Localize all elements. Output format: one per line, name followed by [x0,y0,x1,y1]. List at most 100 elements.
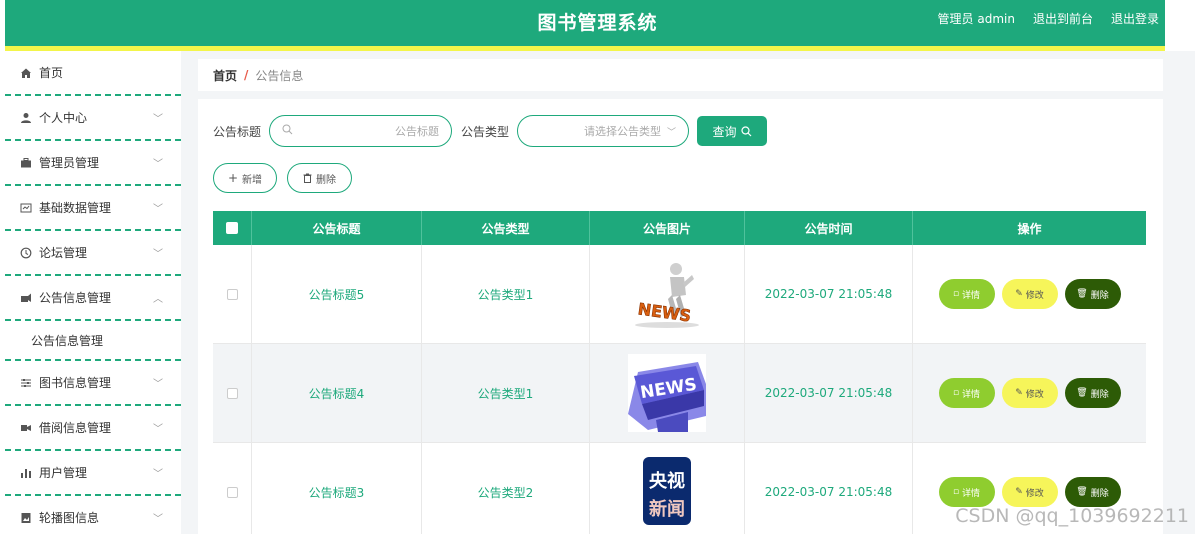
ticket-icon [19,421,33,435]
detail-icon: ▫ [952,487,960,497]
sidebar-item-user-manage[interactable]: 用户管理 ﹀ [5,451,181,496]
sidebar-item-personal-center[interactable]: 个人中心 ﹀ [5,96,181,141]
breadcrumb-separator: / [244,68,249,82]
detail-button[interactable]: ▫ 详情 [938,477,995,507]
row-checkbox[interactable] [226,486,238,498]
pencil-icon: ✎ [1015,289,1023,299]
sidebar-subitem-notice-manage[interactable]: 公告信息管理 [5,321,181,361]
query-button[interactable]: 查询 [697,116,768,146]
batch-delete-button[interactable]: 删除 [287,163,352,193]
header-actions: 操作 [1017,221,1042,236]
sliders-icon [19,376,33,390]
detail-icon: ▫ [952,388,960,398]
sidebar-item-book-manage[interactable]: 图书信息管理 ﹀ [5,361,181,406]
breadcrumb-home[interactable]: 首页 [213,67,237,84]
trash-icon [303,173,312,183]
row-checkbox[interactable] [226,387,238,399]
edit-label: 修改 [1025,389,1044,400]
cell-time: 2022-03-07 21:05:48 [745,344,913,442]
chevron-up-icon: ︿ [153,294,163,305]
query-button-label: 查询 [712,124,737,139]
cell-image: NEWS [590,245,745,343]
edit-button[interactable]: ✎ 修改 [1001,378,1058,408]
cell-title: 公告标题5 [252,245,422,343]
detail-label: 详情 [962,488,981,499]
trash-icon: 🗑 [1076,388,1088,398]
logout-link[interactable]: 退出登录 [1111,10,1159,27]
header-title[interactable]: 公告标题 [252,211,422,245]
breadcrumb: 首页 / 公告信息 [198,59,1163,91]
sidebar-item-label: 管理员管理 [39,156,100,170]
cell-type: 公告类型2 [422,443,590,534]
delete-button[interactable]: 🗑 删除 [1064,378,1121,408]
sidebar-item-label: 首页 [39,66,64,80]
news-figure-image: NEWS [635,263,699,328]
sidebar-item-forum[interactable]: 论坛管理 ﹀ [5,231,181,276]
sidebar-item-basic-data[interactable]: 基础数据管理 ﹀ [5,186,181,231]
data-icon [19,201,33,215]
table-row: 公告标题5 公告类型1 NEWS 2022-03-07 21:05:48 ▫ 详… [213,245,1146,344]
bar-chart-icon [19,466,33,480]
exit-to-front-link[interactable]: 退出到前台 [1033,10,1093,27]
detail-button[interactable]: ▫ 详情 [938,378,995,408]
chevron-down-icon: ﹀ [153,514,163,525]
title-search-input[interactable]: 公告标题 [269,115,453,147]
search-icon [740,125,752,137]
delete-button[interactable]: 🗑 删除 [1064,477,1121,507]
table-header: 公告标题 公告类型 公告图片 公告时间 操作 [213,211,1146,245]
breadcrumb-current: 公告信息 [255,68,304,83]
sidebar-item-home[interactable]: 首页 [5,51,181,96]
sidebar-item-label: 公告信息管理 [39,291,112,305]
action-row: + 新增 删除 [213,163,352,193]
delete-button[interactable]: 🗑 删除 [1064,279,1121,309]
cctv-text-line2: 新闻 [649,498,685,520]
title-search-placeholder: 公告标题 [395,125,440,138]
cell-title: 公告标题4 [252,344,422,442]
table-row: 公告标题4 公告类型1 NEWS 2022-03-07 21:05:48 ▫ 详… [213,344,1146,443]
news-figure-text: NEWS [637,299,693,325]
title-search-label: 公告标题 [213,124,262,139]
plus-icon: + [227,171,239,185]
chevron-down-icon: ﹀ [153,204,163,215]
chevron-down-icon: ﹀ [153,379,163,390]
cell-image: 央视 新闻 [590,443,745,534]
delete-label: 删除 [1090,290,1109,301]
chevron-down-icon: ﹀ [153,114,163,125]
detail-icon: ▫ [952,289,960,299]
header-type[interactable]: 公告类型 [422,211,590,245]
row-checkbox[interactable] [226,288,238,300]
cell-actions: ▫ 详情 ✎ 修改 🗑 删除 [913,245,1146,343]
edit-button[interactable]: ✎ 修改 [1001,477,1058,507]
sidebar-item-label: 轮播图信息 [39,511,100,525]
user-icon [19,111,33,125]
megaphone-icon [19,291,33,305]
sidebar-item-borrow-manage[interactable]: 借阅信息管理 ﹀ [5,406,181,451]
csdn-watermark: CSDN @qq_1039692211 [955,505,1189,527]
admin-user-label: 管理员 admin [937,12,1015,26]
batch-delete-label: 删除 [316,174,336,186]
cell-title: 公告标题3 [252,443,422,534]
sidebar: 首页 个人中心 ﹀ 管理员管理 ﹀ 基础数据管理 ﹀ 论坛管理 ﹀ 公告信息管理… [5,51,181,534]
page-root: 图书管理系统 管理员 admin 退出到前台 退出登录 首页 个人中心 ﹀ 管理… [0,0,1195,534]
sidebar-item-notice-manage[interactable]: 公告信息管理 ︿ [5,276,181,321]
notice-table: 公告标题 公告类型 公告图片 公告时间 操作 公告标题5 公告类型1 NEWS … [213,211,1146,534]
edit-button[interactable]: ✎ 修改 [1001,279,1058,309]
header-time[interactable]: 公告时间 [745,211,913,245]
chevron-down-icon: ﹀ [153,424,163,435]
select-all-checkbox[interactable] [226,222,238,234]
detail-label: 详情 [962,389,981,400]
detail-label: 详情 [962,290,981,301]
sidebar-item-admin-manage[interactable]: 管理员管理 ﹀ [5,141,181,186]
add-button[interactable]: + 新增 [213,163,277,193]
sidebar-item-label: 用户管理 [39,466,88,480]
search-icon [282,124,293,138]
type-select[interactable]: 请选择公告类型 ﹀ [517,115,690,147]
sidebar-item-label: 基础数据管理 [39,201,112,215]
image-icon [19,511,33,525]
detail-button[interactable]: ▫ 详情 [938,279,995,309]
sidebar-item-label: 个人中心 [39,111,88,125]
sidebar-item-carousel[interactable]: 轮播图信息 ﹀ [5,496,181,534]
chevron-down-icon: ﹀ [667,127,677,138]
cell-actions: ▫ 详情 ✎ 修改 🗑 删除 [913,344,1146,442]
header-links: 管理员 admin 退出到前台 退出登录 [938,10,1159,27]
